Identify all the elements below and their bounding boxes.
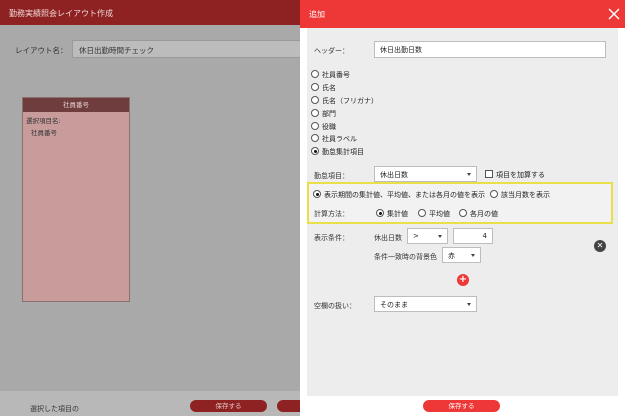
close-icon[interactable] bbox=[607, 7, 621, 21]
chevron-down-icon bbox=[467, 303, 471, 306]
radio-employee-number-label: 社員番号 bbox=[322, 71, 350, 79]
column-card-header: 社員番号 bbox=[23, 98, 129, 112]
radio-department[interactable] bbox=[311, 109, 319, 117]
radio-name[interactable] bbox=[311, 83, 319, 91]
radio-position[interactable] bbox=[311, 122, 319, 130]
add-panel-title: 追加 bbox=[309, 10, 325, 19]
footer-selected-text: 選択した項目の bbox=[30, 405, 79, 413]
add-item-checkbox-label: 項目を加算する bbox=[496, 171, 545, 179]
radio-display-month-count-label: 該当月数を表示 bbox=[501, 191, 550, 199]
calc-method-label: 計算方法： bbox=[314, 210, 349, 218]
radio-calc-average[interactable] bbox=[418, 209, 426, 217]
radio-display-aggregate[interactable] bbox=[313, 190, 321, 198]
save-button[interactable]: 保存する bbox=[423, 400, 500, 412]
radio-display-month-count[interactable] bbox=[490, 190, 498, 198]
chevron-down-icon bbox=[471, 254, 475, 257]
bg-color-select[interactable]: 赤 bbox=[442, 247, 481, 263]
bg-color-value: 赤 bbox=[448, 252, 455, 260]
add-item-checkbox[interactable] bbox=[485, 170, 493, 178]
background-save-button[interactable]: 保存する bbox=[190, 400, 267, 412]
column-card-item-value: 社員番号 bbox=[31, 129, 57, 137]
radio-employee-number[interactable] bbox=[311, 70, 319, 78]
remove-condition-icon[interactable]: ✕ bbox=[594, 240, 606, 252]
condition-item-name: 休出日数 bbox=[374, 234, 402, 242]
bg-color-label: 条件一致時の背景色 bbox=[374, 253, 437, 261]
add-condition-icon[interactable]: + bbox=[457, 274, 469, 286]
add-panel-header bbox=[300, 0, 625, 28]
radio-employee-label-label: 社員ラベル bbox=[322, 135, 357, 143]
condition-operator-select[interactable]: > bbox=[407, 228, 448, 244]
radio-name-label: 氏名 bbox=[322, 84, 336, 92]
display-condition-label: 表示条件： bbox=[314, 234, 349, 242]
radio-position-label: 役職 bbox=[322, 123, 336, 131]
radio-attendance-item[interactable] bbox=[311, 147, 319, 155]
chevron-down-icon bbox=[467, 173, 471, 176]
radio-calc-monthly[interactable] bbox=[459, 209, 467, 217]
radio-attendance-item-label: 勤怠集計項目 bbox=[322, 148, 364, 156]
layout-column-card[interactable]: 社員番号 選択項目名: 社員番号 bbox=[22, 97, 130, 302]
header-label: ヘッダー： bbox=[314, 47, 349, 55]
condition-value-input[interactable]: 4 bbox=[453, 228, 493, 244]
layout-name-label: レイアウト名： bbox=[15, 46, 68, 55]
attendance-item-value: 休出日数 bbox=[380, 171, 408, 179]
radio-name-kana[interactable] bbox=[311, 96, 319, 104]
radio-calc-total[interactable] bbox=[376, 209, 384, 217]
app-title: 勤務実績照会レイアウト作成 bbox=[9, 9, 113, 18]
radio-calc-monthly-label: 各月の値 bbox=[470, 210, 498, 218]
attendance-item-label: 勤怠項目： bbox=[314, 172, 349, 180]
radio-calc-average-label: 平均値 bbox=[429, 210, 450, 218]
radio-display-aggregate-label: 表示期間の集計値、平均値、または各月の値を表示 bbox=[324, 191, 485, 199]
chevron-down-icon bbox=[438, 235, 442, 238]
radio-calc-total-label: 集計値 bbox=[387, 210, 408, 218]
radio-employee-label[interactable] bbox=[311, 134, 319, 142]
radio-name-kana-label: 氏名（フリガナ） bbox=[322, 97, 378, 105]
empty-handling-label: 空欄の扱い： bbox=[314, 302, 356, 310]
empty-handling-value: そのまま bbox=[380, 301, 408, 309]
attendance-item-select[interactable]: 休出日数 bbox=[374, 166, 477, 182]
header-input[interactable]: 休日出勤日数 bbox=[374, 41, 606, 58]
layout-name-input[interactable]: 休日出勤時間チェック bbox=[72, 40, 300, 58]
empty-handling-select[interactable]: そのまま bbox=[374, 296, 477, 312]
display-mode-box bbox=[307, 182, 613, 224]
condition-operator-value: > bbox=[413, 232, 419, 240]
radio-department-label: 部門 bbox=[322, 110, 336, 118]
column-card-item-label: 選択項目名: bbox=[26, 117, 61, 125]
